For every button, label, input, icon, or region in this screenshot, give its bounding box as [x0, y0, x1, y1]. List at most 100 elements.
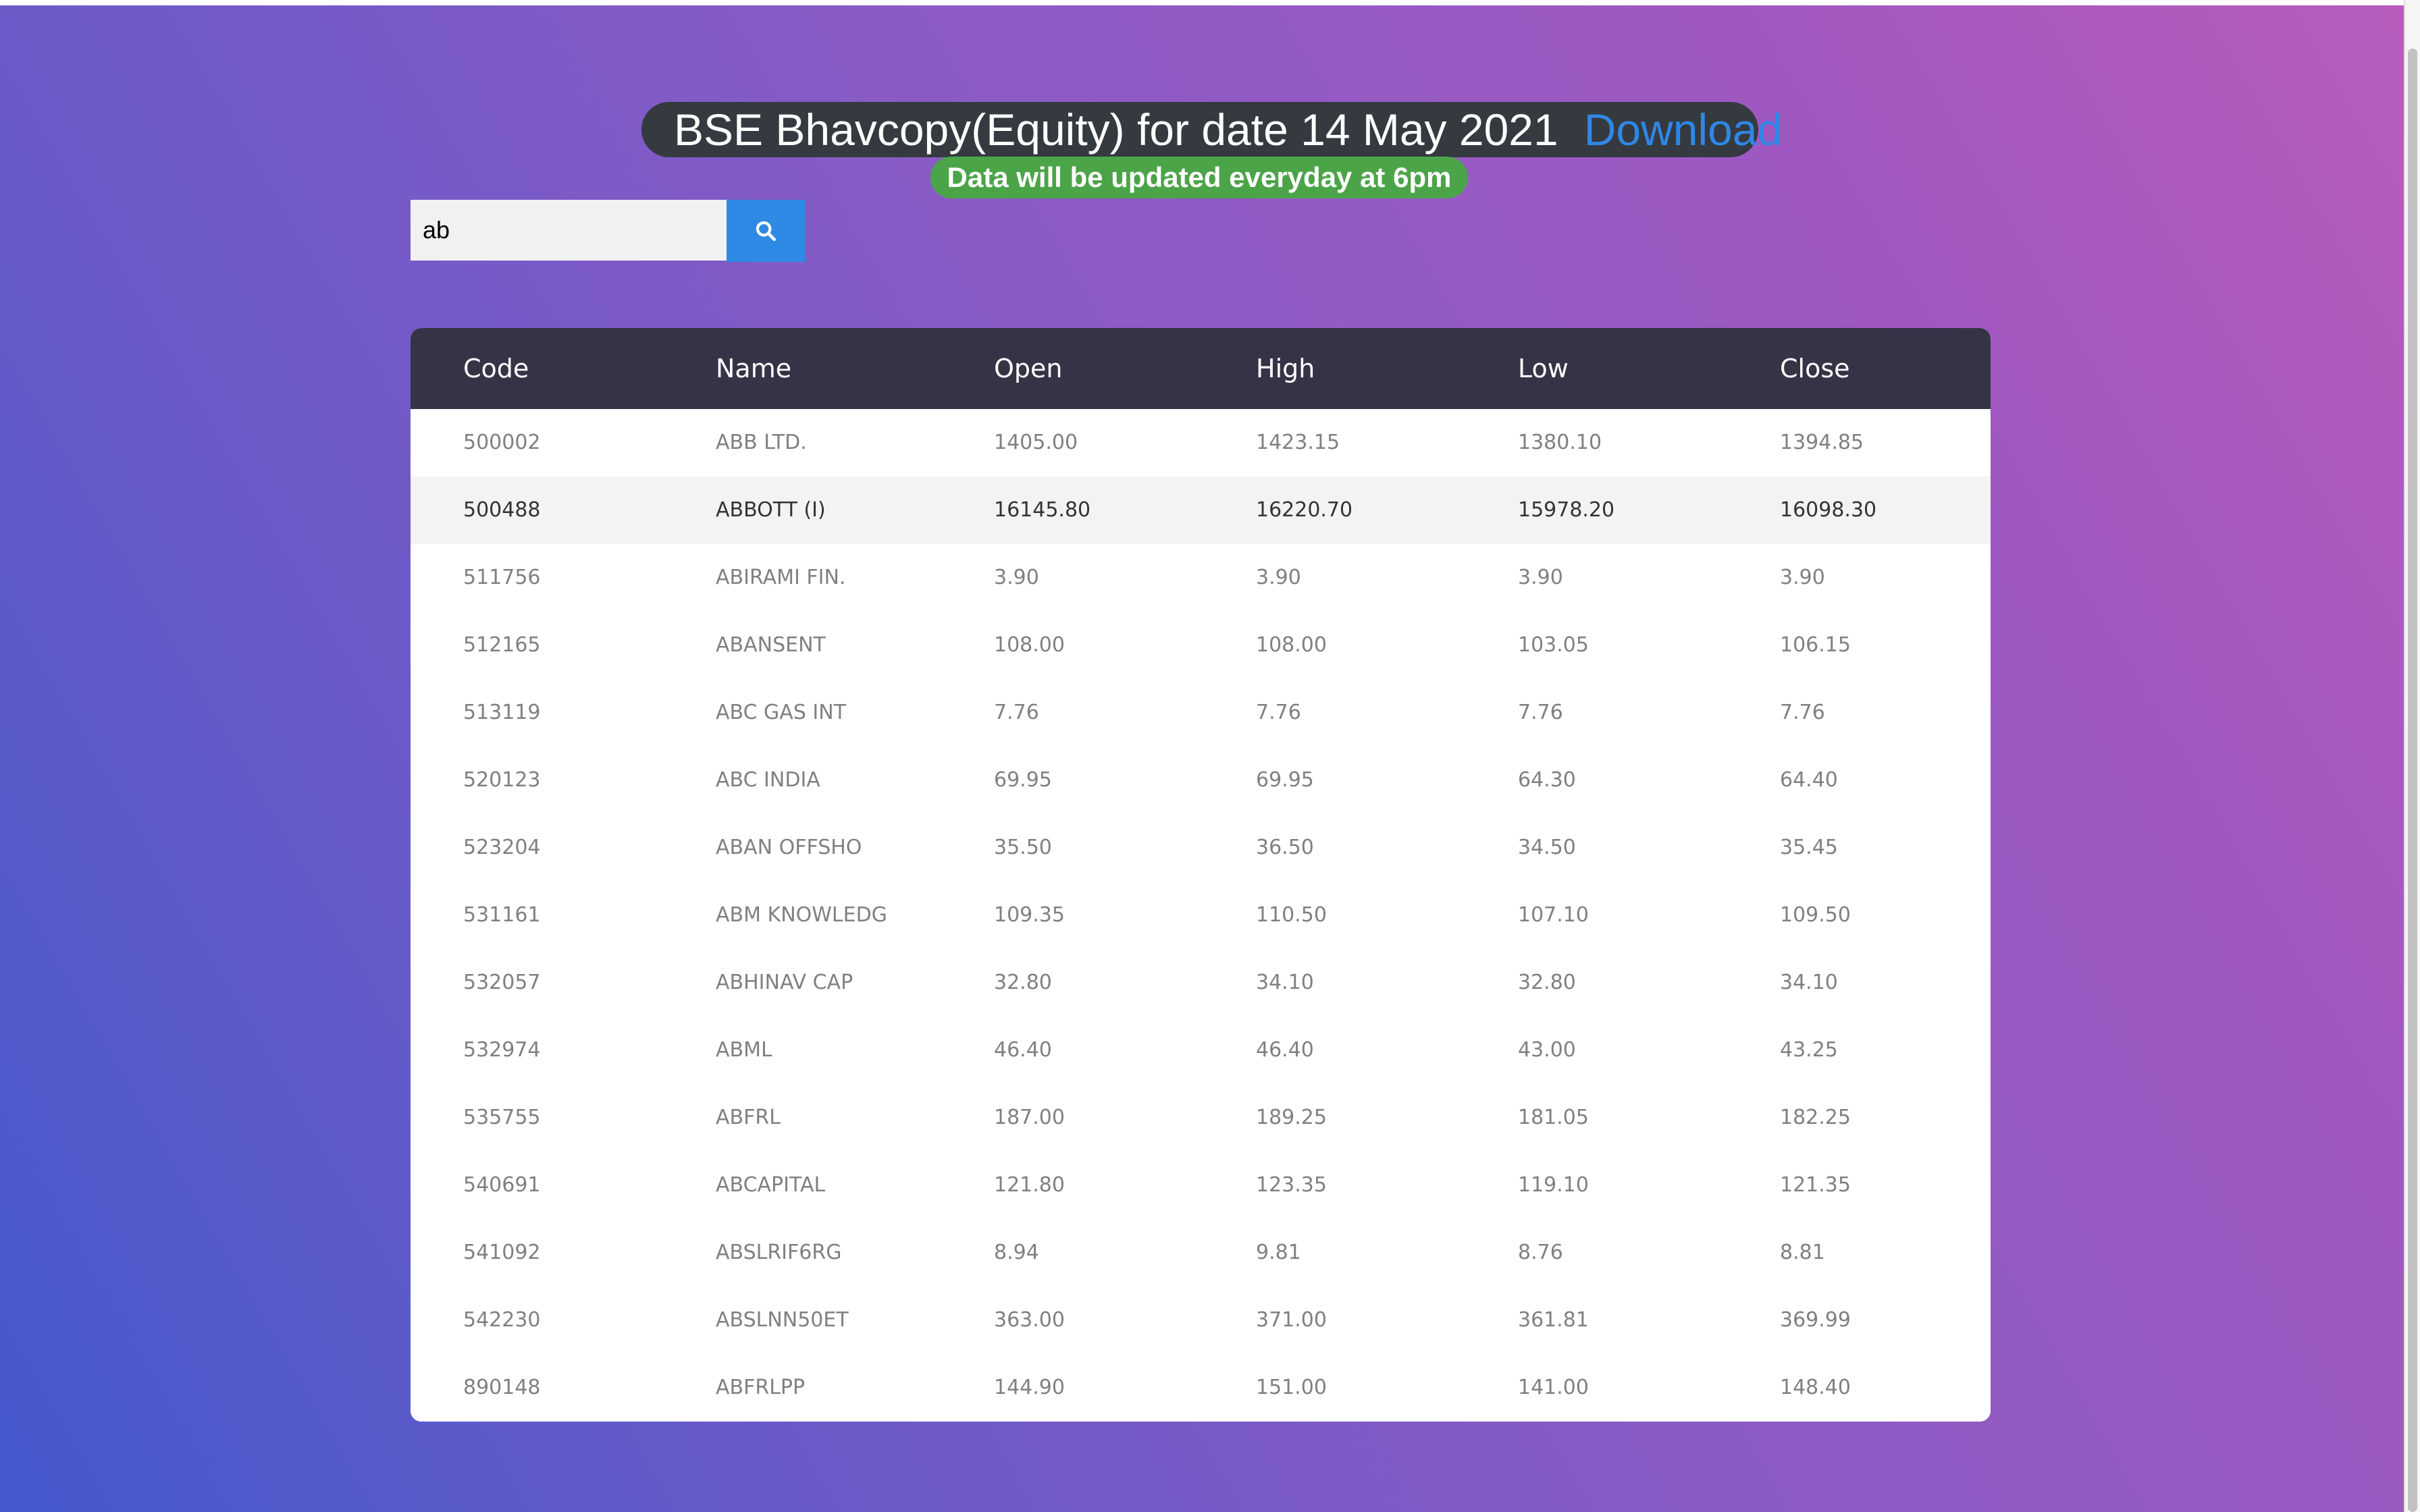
cell-close: 35.45	[1780, 836, 1838, 859]
cell-low: 141.00	[1518, 1376, 1589, 1399]
cell-low: 7.76	[1518, 701, 1563, 724]
cell-close: 34.10	[1780, 971, 1838, 994]
table-row[interactable]: 531161 ABM KNOWLEDG 109.35 110.50 107.10 109.…	[411, 882, 1991, 949]
cell-low: 119.10	[1518, 1173, 1589, 1197]
cell-code: 513119	[463, 701, 541, 724]
table-row[interactable]: 513119 ABC GAS INT 7.76 7.76 7.76 7.76	[411, 679, 1991, 747]
cell-code: 532057	[463, 971, 541, 994]
vertical-scrollbar[interactable]	[2404, 0, 2420, 1512]
search-button[interactable]	[727, 200, 805, 262]
page-title-bar: BSE Bhavcopy(Equity) for date 14 May 202…	[641, 102, 1782, 157]
cell-high: 110.50	[1256, 903, 1327, 927]
cell-close: 182.25	[1780, 1106, 1851, 1129]
cell-low: 361.81	[1518, 1308, 1589, 1332]
table-row[interactable]: 535755 ABFRL 187.00 189.25 181.05 182.25	[411, 1084, 1991, 1152]
cell-name: ABFRLPP	[716, 1376, 806, 1399]
cell-name: ABSLNN50ET	[716, 1308, 849, 1332]
cell-high: 34.10	[1256, 971, 1314, 994]
cell-open: 16145.80	[994, 498, 1091, 522]
cell-name: ABM KNOWLEDG	[716, 903, 887, 927]
table-row[interactable]: 523204 ABAN OFFSHO 35.50 36.50 34.50 35.45	[411, 814, 1991, 882]
cell-name: ABAN OFFSHO	[716, 836, 862, 859]
table-row[interactable]: 532974 ABML 46.40 46.40 43.00 43.25	[411, 1017, 1991, 1084]
cell-code: 500002	[463, 431, 541, 454]
search-icon	[756, 221, 777, 242]
column-header-code: Code	[463, 354, 529, 383]
cell-name: ABCAPITAL	[716, 1173, 826, 1197]
cell-code: 500488	[463, 498, 541, 522]
cell-high: 36.50	[1256, 836, 1314, 859]
table-row[interactable]: 511756 ABIRAMI FIN. 3.90 3.90 3.90 3.90	[411, 544, 1991, 612]
cell-low: 3.90	[1518, 566, 1563, 589]
cell-code: 890148	[463, 1376, 541, 1399]
cell-low: 8.76	[1518, 1241, 1563, 1264]
cell-high: 9.81	[1256, 1241, 1301, 1264]
cell-high: 123.35	[1256, 1173, 1327, 1197]
cell-code: 512165	[463, 633, 541, 657]
cell-close: 121.35	[1780, 1173, 1851, 1197]
table-row[interactable]: 532057 ABHINAV CAP 32.80 34.10 32.80 34.10	[411, 949, 1991, 1017]
cell-name: ABANSENT	[716, 633, 826, 657]
cell-low: 1380.10	[1518, 431, 1602, 454]
cell-open: 35.50	[994, 836, 1052, 859]
cell-low: 181.05	[1518, 1106, 1589, 1129]
table-row[interactable]: 512165 ABANSENT 108.00 108.00 103.05 106.15	[411, 612, 1991, 679]
cell-code: 511756	[463, 566, 541, 589]
cell-high: 7.76	[1256, 701, 1301, 724]
table-row[interactable]: 500002 ABB LTD. 1405.00 1423.15 1380.10 1394.…	[411, 409, 1991, 477]
search-input[interactable]	[411, 200, 727, 261]
table-row[interactable]: 890148 ABFRLPP 144.90 151.00 141.00 148.40	[411, 1354, 1991, 1422]
cell-high: 151.00	[1256, 1376, 1327, 1399]
cell-low: 15978.20	[1518, 498, 1615, 522]
cell-low: 34.50	[1518, 836, 1576, 859]
cell-close: 1394.85	[1780, 431, 1864, 454]
cell-code: 540691	[463, 1173, 541, 1197]
cell-open: 109.35	[994, 903, 1065, 927]
table-body: 500002 ABB LTD. 1405.00 1423.15 1380.10 1394.…	[411, 409, 1991, 1422]
cell-close: 43.25	[1780, 1038, 1838, 1062]
column-header-high: High	[1256, 354, 1315, 383]
cell-open: 8.94	[994, 1241, 1039, 1264]
cell-open: 121.80	[994, 1173, 1065, 1197]
cell-close: 148.40	[1780, 1376, 1851, 1399]
cell-code: 535755	[463, 1106, 541, 1129]
cell-open: 7.76	[994, 701, 1039, 724]
cell-low: 32.80	[1518, 971, 1576, 994]
cell-low: 103.05	[1518, 633, 1589, 657]
cell-code: 542230	[463, 1308, 541, 1332]
cell-name: ABC INDIA	[716, 768, 820, 792]
cell-code: 523204	[463, 836, 541, 859]
column-header-open: Open	[994, 354, 1063, 383]
cell-close: 109.50	[1780, 903, 1851, 927]
cell-open: 3.90	[994, 566, 1039, 589]
top-edge	[0, 0, 2404, 5]
cell-low: 64.30	[1518, 768, 1576, 792]
cell-open: 32.80	[994, 971, 1052, 994]
table-row[interactable]: 500488 ABBOTT (I) 16145.80 16220.70 15978.20…	[411, 477, 1991, 544]
table-row[interactable]: 540691 ABCAPITAL 121.80 123.35 119.10 121.35	[411, 1152, 1991, 1219]
download-link[interactable]: Download	[1584, 102, 1783, 157]
bhavcopy-table: Code Name Open High Low Close 500002 ABB …	[411, 328, 1991, 1422]
column-header-name: Name	[716, 354, 792, 383]
cell-name: ABBOTT (I)	[716, 498, 826, 522]
cell-high: 371.00	[1256, 1308, 1327, 1332]
scrollbar-thumb[interactable]	[2408, 49, 2417, 1512]
table-header-row: Code Name Open High Low Close	[411, 328, 1991, 409]
table-row[interactable]: 541092 ABSLRIF6RG 8.94 9.81 8.76 8.81	[411, 1219, 1991, 1287]
cell-low: 107.10	[1518, 903, 1589, 927]
cell-open: 69.95	[994, 768, 1052, 792]
cell-name: ABIRAMI FIN.	[716, 566, 846, 589]
cell-high: 108.00	[1256, 633, 1327, 657]
cell-open: 363.00	[994, 1308, 1065, 1332]
page-title: BSE Bhavcopy(Equity) for date 14 May 202…	[674, 105, 1558, 155]
cell-close: 106.15	[1780, 633, 1851, 657]
cell-code: 541092	[463, 1241, 541, 1264]
cell-name: ABML	[716, 1038, 772, 1062]
table-row[interactable]: 520123 ABC INDIA 69.95 69.95 64.30 64.40	[411, 747, 1991, 814]
table-row[interactable]: 542230 ABSLNN50ET 363.00 371.00 361.81 369.99	[411, 1287, 1991, 1354]
cell-open: 108.00	[994, 633, 1065, 657]
cell-low: 43.00	[1518, 1038, 1576, 1062]
cell-open: 187.00	[994, 1106, 1065, 1129]
cell-name: ABFRL	[716, 1106, 781, 1129]
cell-close: 16098.30	[1780, 498, 1877, 522]
